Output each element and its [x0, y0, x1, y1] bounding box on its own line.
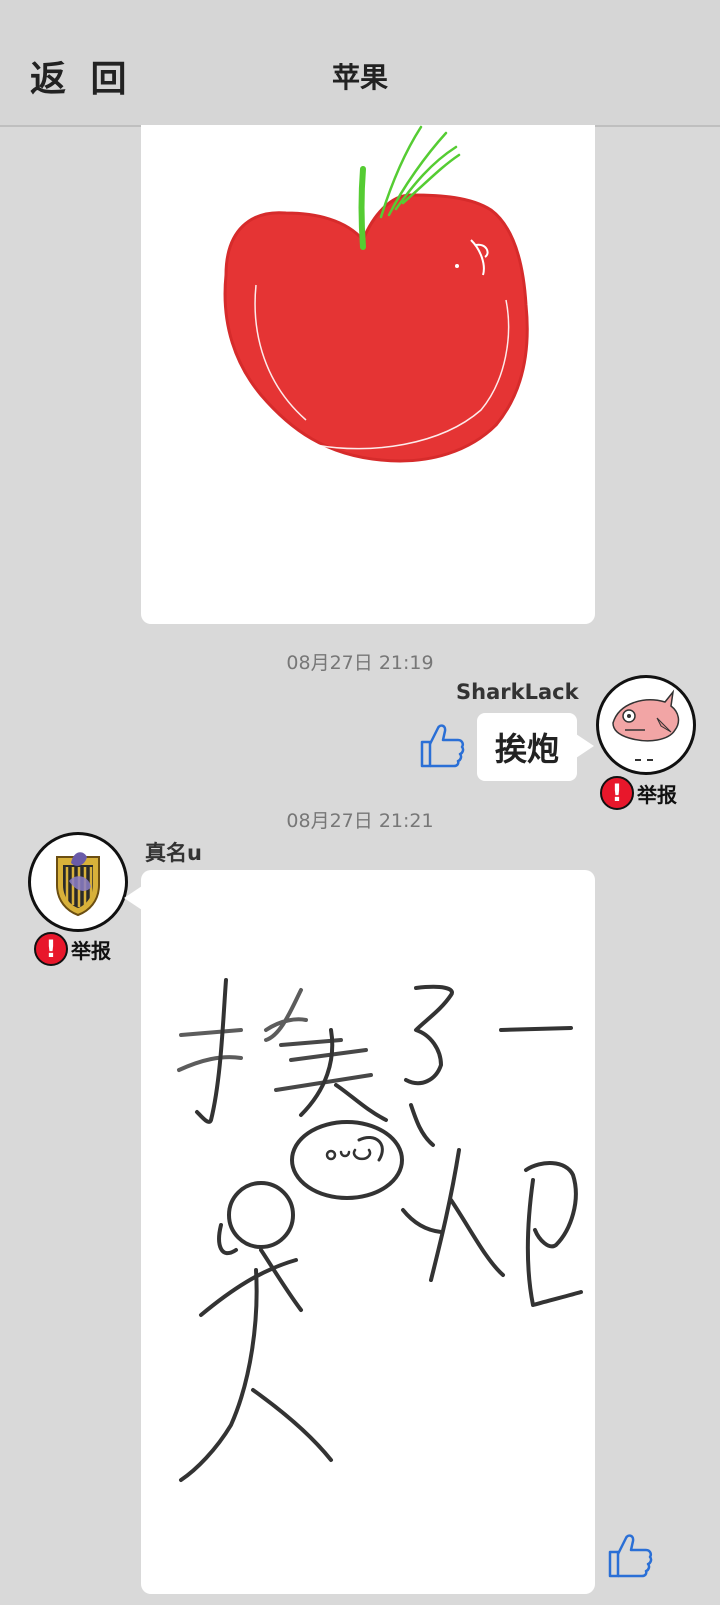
thumbs-up-icon[interactable]: [416, 720, 468, 772]
avatar[interactable]: [596, 675, 696, 775]
bubble-tail: [124, 886, 142, 910]
exclamation-icon: !: [600, 776, 634, 810]
report-label: 举报: [71, 938, 111, 963]
avatar[interactable]: [28, 832, 128, 932]
exclamation-icon: !: [34, 932, 68, 966]
username: SharkLack: [456, 680, 579, 704]
thumbs-up-icon[interactable]: [604, 1530, 656, 1582]
report-button[interactable]: ! 举报: [34, 932, 111, 966]
page-title: 苹果: [331, 61, 388, 94]
chat-bubble[interactable]: 挨炮: [477, 713, 577, 781]
username: 真名u: [145, 841, 202, 865]
report-label: 举报: [637, 782, 677, 807]
timestamp: 08月27日 21:19: [286, 652, 434, 674]
apple-drawing: [223, 125, 529, 463]
handwritten-drawing: [177, 978, 583, 1482]
report-button[interactable]: ! 举报: [600, 776, 677, 810]
bubble-tail: [576, 734, 594, 758]
crest-avatar-icon: [56, 852, 100, 917]
handwritten-image-card[interactable]: [141, 870, 595, 1594]
shark-avatar-icon: [612, 689, 680, 761]
message-text: 挨炮: [494, 730, 559, 768]
apple-image-card[interactable]: [141, 125, 595, 624]
timestamp: 08月27日 21:21: [286, 810, 434, 832]
header-bar: 返 回 苹果: [0, 0, 720, 127]
